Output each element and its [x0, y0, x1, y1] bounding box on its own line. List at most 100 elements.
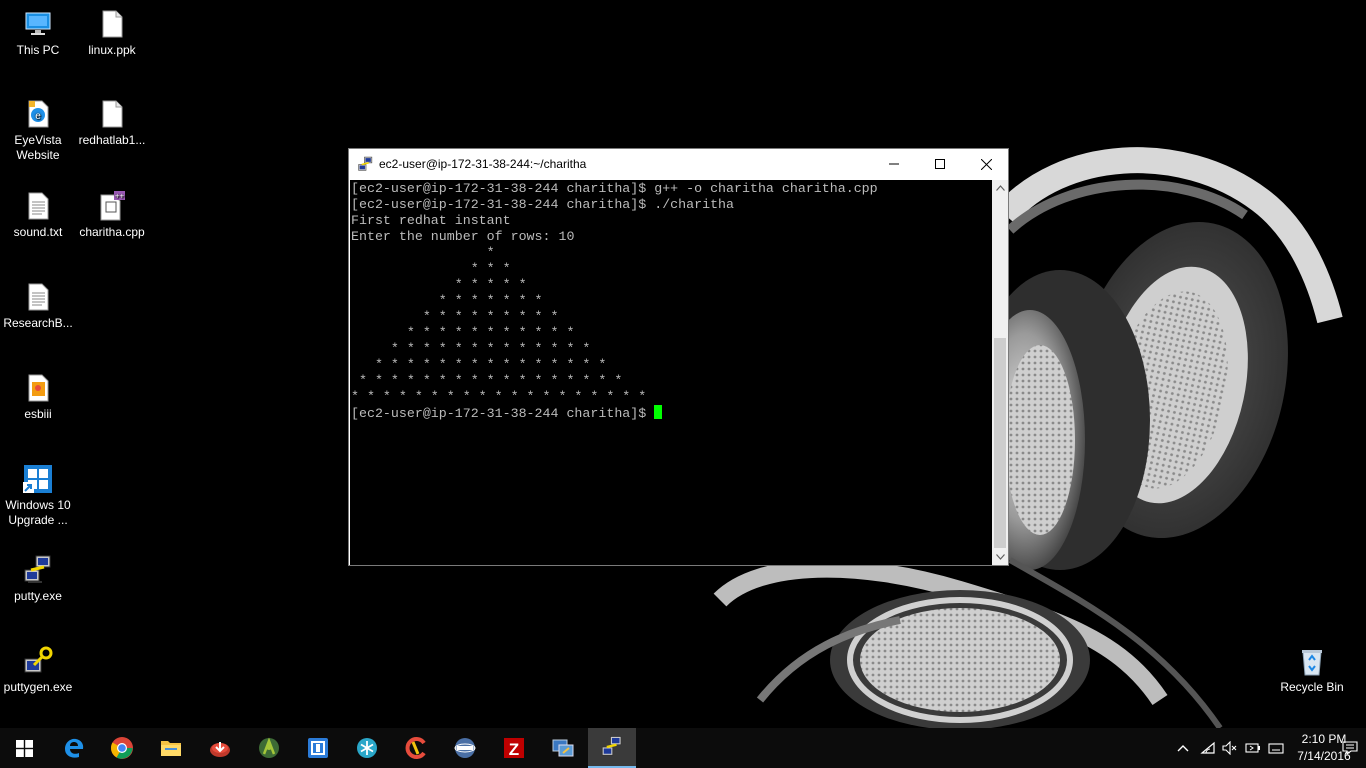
terminal-output: [ec2-user@ip-172-31-38-244 charitha]$ g+… [350, 180, 992, 422]
taskbar-remote-desktop[interactable] [539, 728, 587, 768]
desktop-icon-redhatlab[interactable]: redhatlab1... [74, 98, 150, 148]
volume-muted-icon [1222, 741, 1237, 755]
close-icon [980, 158, 992, 170]
power-button[interactable] [1243, 738, 1263, 758]
network-app-icon [454, 738, 476, 758]
language-button[interactable] [1266, 738, 1286, 758]
image-file-icon [28, 374, 49, 402]
action-center-button[interactable] [1340, 738, 1360, 758]
terminal-prompt: [ec2-user@ip-172-31-38-244 charitha]$ [351, 406, 655, 421]
scrollbar-thumb[interactable] [994, 338, 1006, 548]
volume-button[interactable] [1220, 738, 1240, 758]
terminal-area[interactable]: [ec2-user@ip-172-31-38-244 charitha]$ g+… [350, 180, 992, 565]
android-studio-icon [259, 737, 279, 758]
remote-desktop-icon [552, 739, 574, 757]
putty-icon [24, 555, 51, 583]
desktop-icon-recycle-bin[interactable]: Recycle Bin [1274, 645, 1350, 695]
puttygen-icon [24, 646, 53, 673]
desktop-icon-sound-txt[interactable]: sound.txt [0, 190, 76, 240]
scroll-down-button[interactable] [992, 549, 1008, 565]
putty-icon [358, 156, 373, 171]
desktop-icon-label: esbiii [24, 407, 52, 421]
desktop-icon-label: putty.exe [14, 589, 62, 603]
terminal-line: [ec2-user@ip-172-31-38-244 charitha]$ ./… [351, 197, 735, 212]
taskbar-ccleaner[interactable] [392, 728, 440, 768]
desktop-icon-charitha-cpp[interactable]: ++ charitha.cpp [74, 190, 150, 240]
taskbar-chrome[interactable] [98, 728, 146, 768]
taskbar-snowflake-app[interactable] [343, 728, 391, 768]
taskbar-putty[interactable] [588, 728, 636, 768]
taskbar-filezilla[interactable]: Z [490, 728, 538, 768]
desktop-icon-label: charitha.cpp [79, 225, 145, 239]
desktop-icon-eyevista[interactable]: e EyeVista Website [0, 98, 76, 163]
scroll-up-button[interactable] [992, 180, 1008, 196]
start-button[interactable] [0, 728, 48, 768]
desktop-icon-label: redhatlab1... [78, 133, 146, 147]
filezilla-icon: Z [504, 738, 524, 759]
maximize-button[interactable] [917, 149, 963, 179]
desktop-icon-putty[interactable]: putty.exe [0, 554, 76, 604]
keyboard-icon [1268, 743, 1284, 754]
app-box-icon [308, 738, 328, 758]
desktop-icon-label: Windows 10 Upgrade ... [5, 498, 71, 527]
terminal-line: * * * * * * * [351, 293, 543, 308]
taskbar-android-studio[interactable] [245, 728, 293, 768]
desktop-icon-this-pc[interactable]: This PC [0, 8, 76, 58]
desktop-icon-label: linux.ppk [88, 43, 136, 57]
taskbar-download-app[interactable] [196, 728, 244, 768]
text-file-icon [28, 283, 49, 311]
terminal-cursor [654, 405, 663, 419]
taskbar: Z 2:10 PM 7/14/2016 [0, 728, 1366, 768]
file-explorer-icon [161, 741, 181, 756]
taskbar-file-explorer[interactable] [147, 728, 195, 768]
minimize-icon [889, 163, 899, 165]
ccleaner-icon [405, 737, 426, 759]
terminal-line: * * * * * * * * * * * [351, 325, 575, 340]
notifications-icon [1342, 741, 1358, 755]
cpp-file-icon: ++ [100, 191, 125, 221]
svg-text:Z: Z [509, 740, 519, 759]
windows-upgrade-icon [23, 465, 52, 493]
putty-terminal-window[interactable]: ec2-user@ip-172-31-38-244:~/charitha [ec… [348, 148, 1009, 566]
window-title: ec2-user@ip-172-31-38-244:~/charitha [379, 157, 587, 171]
desktop-icon-puttygen[interactable]: puttygen.exe [0, 645, 76, 695]
text-file-icon [28, 192, 49, 220]
windows-logo-icon [15, 739, 33, 757]
taskbar-app-box[interactable] [294, 728, 342, 768]
file-icon [102, 100, 123, 128]
terminal-line: * * * * * * * * * * * * * * * * * * * [351, 389, 647, 404]
vertical-scrollbar[interactable] [992, 180, 1008, 565]
svg-text:++: ++ [115, 192, 125, 201]
terminal-line: * * * [351, 261, 511, 276]
taskbar-edge[interactable] [50, 728, 98, 768]
desktop-icon-esbiii[interactable]: esbiii [0, 372, 76, 422]
terminal-line: * * * * * * * * * [351, 309, 559, 324]
terminal-line: * * * * * [351, 277, 527, 292]
terminal-line: [ec2-user@ip-172-31-38-244 charitha]$ g+… [351, 181, 878, 196]
show-hidden-icons-button[interactable] [1173, 738, 1193, 758]
desktop-icon-researchb[interactable]: ResearchB... [0, 281, 76, 331]
window-title-bar[interactable]: ec2-user@ip-172-31-38-244:~/charitha [349, 149, 1008, 179]
terminal-line: * * * * * * * * * * * * * * * [351, 357, 607, 372]
web-shortcut-icon: e [28, 100, 49, 128]
wifi-button[interactable] [1198, 738, 1218, 758]
desktop-icon-linux-ppk[interactable]: linux.ppk [74, 8, 150, 58]
desktop-icon-label: EyeVista Website [14, 133, 62, 162]
chevron-up-icon [995, 185, 1005, 191]
terminal-line: * * * * * * * * * * * * * [351, 341, 591, 356]
snowflake-app-icon [357, 738, 377, 758]
taskbar-network-app[interactable] [441, 728, 489, 768]
svg-text:e: e [35, 111, 41, 122]
wifi-icon [1200, 741, 1215, 754]
desktop-icon-windows-10-upgrade[interactable]: Windows 10 Upgrade ... [0, 463, 76, 528]
desktop-icon-label: ResearchB... [3, 316, 73, 330]
minimize-button[interactable] [871, 149, 917, 179]
chevron-down-icon [995, 554, 1005, 560]
terminal-line: First redhat instant [351, 213, 511, 228]
battery-plug-icon [1245, 743, 1260, 753]
close-button[interactable] [963, 149, 1009, 179]
chrome-icon [111, 737, 133, 759]
terminal-line: * * * * * * * * * * * * * * * * * [351, 373, 623, 388]
this-pc-icon [25, 12, 51, 35]
edge-icon [65, 738, 84, 758]
